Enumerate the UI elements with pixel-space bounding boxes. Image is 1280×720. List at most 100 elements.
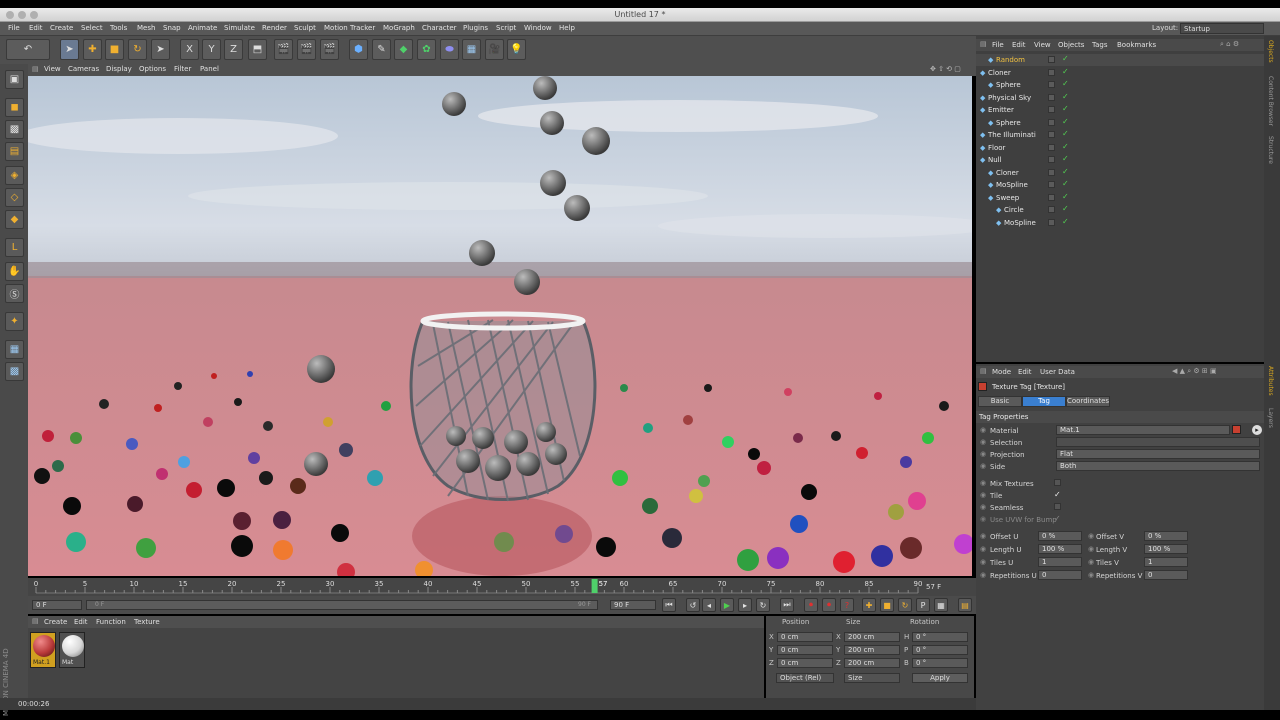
enabled-check-icon[interactable]: ✓	[1062, 67, 1069, 76]
length-u-field[interactable]: 100 %	[1038, 544, 1082, 554]
spline-button[interactable]: ✎	[372, 39, 391, 60]
object-name[interactable]: Sphere	[996, 81, 1021, 89]
enabled-check-icon[interactable]: ✓	[1062, 117, 1069, 126]
offset-v-radio-icon[interactable]: ◉	[1088, 532, 1094, 540]
scale-tool-button[interactable]: ■	[105, 39, 124, 60]
enabled-check-icon[interactable]: ✓	[1062, 104, 1069, 113]
length-v-radio-icon[interactable]: ◉	[1088, 545, 1094, 553]
layout-select[interactable]: Startup	[1180, 23, 1264, 34]
viewport-nav-icons[interactable]: ✥ ⇧ ⟲ ▢	[930, 65, 961, 73]
menu-tools[interactable]: Tools	[110, 24, 127, 32]
light-button[interactable]: 💡	[507, 39, 526, 60]
visibility-toggle[interactable]	[1048, 106, 1055, 113]
object-menu-tags[interactable]: Tags	[1092, 41, 1108, 49]
rep-u-field[interactable]: 0	[1038, 570, 1082, 580]
key-scale-button[interactable]: ■	[880, 598, 894, 612]
viewport-menu-view[interactable]: View	[44, 65, 61, 73]
coords-pos-x-field[interactable]: 0 cm	[777, 632, 833, 642]
tab-attributes-vertical[interactable]: Attributes	[1267, 366, 1274, 396]
coords-size-y-field[interactable]: 200 cm	[844, 645, 900, 655]
object-name[interactable]: Random	[996, 56, 1025, 64]
viewport-menu-display[interactable]: Display	[106, 65, 132, 73]
enabled-check-icon[interactable]: ✓	[1062, 54, 1069, 63]
enabled-check-icon[interactable]: ✓	[1062, 204, 1069, 213]
mix-radio-icon[interactable]: ◉	[980, 479, 986, 487]
select-tool-button[interactable]: ➤	[60, 39, 79, 60]
menu-animate[interactable]: Animate	[188, 24, 217, 32]
3d-viewport[interactable]	[28, 76, 972, 576]
tweak-mode-button[interactable]: ✋	[5, 262, 24, 281]
object-row[interactable]: ◆ Cloner ✓	[976, 167, 1264, 179]
deformer-button[interactable]: ⬬	[440, 39, 459, 60]
enabled-check-icon[interactable]: ✓	[1062, 217, 1069, 226]
key-pla-button[interactable]: ▦	[934, 598, 948, 612]
viewport-menu-options[interactable]: Options	[139, 65, 166, 73]
end-frame-field[interactable]: 90 F	[610, 600, 656, 610]
menu-character[interactable]: Character	[422, 24, 457, 32]
object-row[interactable]: ◆ Circle ✓	[976, 204, 1264, 216]
material-swatch-mat[interactable]: Mat	[59, 632, 85, 668]
enabled-check-icon[interactable]: ✓	[1062, 154, 1069, 163]
rep-u-radio-icon[interactable]: ◉	[980, 571, 986, 579]
render-picture-viewer-button[interactable]: 🎬	[297, 39, 316, 60]
selection-radio-icon[interactable]: ◉	[980, 438, 986, 446]
rep-v-field[interactable]: 0	[1144, 570, 1188, 580]
render-settings-button[interactable]: 🎬	[320, 39, 339, 60]
material-swatch-mat1[interactable]: Mat.1	[30, 632, 56, 668]
enabled-check-icon[interactable]: ✓	[1062, 167, 1069, 176]
material-menu-edit[interactable]: Edit	[74, 618, 88, 626]
projection-radio-icon[interactable]: ◉	[980, 450, 986, 458]
menu-file[interactable]: File	[8, 24, 20, 32]
attribute-menu-mode[interactable]: Mode	[992, 368, 1011, 376]
edges-mode-button[interactable]: ◇	[5, 188, 24, 207]
frame-range-slider[interactable]: 0 F 90 F	[86, 600, 598, 610]
menu-motion-tracker[interactable]: Motion Tracker	[324, 24, 375, 32]
coords-pos-y-field[interactable]: 0 cm	[777, 645, 833, 655]
menu-select[interactable]: Select	[81, 24, 103, 32]
object-name[interactable]: MoSpline	[996, 181, 1028, 189]
object-menu-objects[interactable]: Objects	[1058, 41, 1084, 49]
grid-snap-button[interactable]: ▩	[5, 362, 24, 381]
rep-v-radio-icon[interactable]: ◉	[1088, 571, 1094, 579]
menu-plugins[interactable]: Plugins	[463, 24, 488, 32]
object-name[interactable]: Cloner	[996, 169, 1019, 177]
timeline-ruler[interactable]: 0 5 10 15 20 25 30 35 40 45 50 55 60 65 70 75 80 85 90 57 5…	[28, 578, 976, 596]
object-name[interactable]: Sweep	[996, 194, 1019, 202]
tile-checkbox[interactable]: ✓	[1054, 490, 1061, 499]
visibility-toggle[interactable]	[1048, 81, 1055, 88]
material-radio-icon[interactable]: ◉	[980, 426, 986, 434]
visibility-toggle[interactable]	[1048, 168, 1055, 176]
points-mode-button[interactable]: ◈	[5, 166, 24, 185]
length-u-radio-icon[interactable]: ◉	[980, 545, 986, 553]
menu-window[interactable]: Window	[524, 24, 552, 32]
object-name[interactable]: Emitter	[988, 106, 1014, 114]
previous-frame-button[interactable]: ◂	[702, 598, 716, 612]
visibility-toggle[interactable]	[1048, 93, 1055, 101]
menu-mograph[interactable]: MoGraph	[383, 24, 415, 32]
side-radio-icon[interactable]: ◉	[980, 462, 986, 470]
object-row[interactable]: ◆ The Illuminati ✓	[976, 129, 1264, 141]
polygons-mode-button[interactable]: ◆	[5, 210, 24, 229]
workplane-lock-button[interactable]: ▦	[5, 340, 24, 359]
viewport-menu-panel[interactable]: Panel	[200, 65, 219, 73]
object-search-icon[interactable]: ⌕ ⌂ ⚙	[1220, 40, 1239, 49]
menu-help[interactable]: Help	[559, 24, 575, 32]
visibility-toggle[interactable]	[1048, 181, 1055, 188]
enabled-check-icon[interactable]: ✓	[1062, 129, 1069, 138]
coords-apply-button[interactable]: Apply	[912, 673, 968, 683]
menu-sculpt[interactable]: Sculpt	[294, 24, 316, 32]
mix-textures-checkbox[interactable]	[1054, 479, 1061, 486]
axis-mode-button[interactable]: L	[5, 238, 24, 257]
camera-button[interactable]: 🎥	[485, 39, 504, 60]
object-menu-edit[interactable]: Edit	[1012, 41, 1026, 49]
autokey-button[interactable]: ⏺	[822, 598, 836, 612]
snap-button[interactable]: Ⓢ	[5, 284, 24, 303]
move-tool-button[interactable]: ✚	[83, 39, 102, 60]
attribute-nav-icons[interactable]: ◀ ▲ ⌕ ⚙ ⊞ ▣	[1172, 367, 1217, 376]
attribute-menu-user-data[interactable]: User Data	[1040, 368, 1075, 376]
material-field[interactable]: Mat.1	[1056, 425, 1230, 435]
go-to-start-button[interactable]: ⏮	[662, 598, 676, 612]
object-row[interactable]: ◆ MoSpline ✓	[976, 217, 1264, 229]
timeline-settings-button[interactable]: ▤	[958, 598, 972, 612]
make-editable-button[interactable]: ▣	[5, 70, 24, 89]
